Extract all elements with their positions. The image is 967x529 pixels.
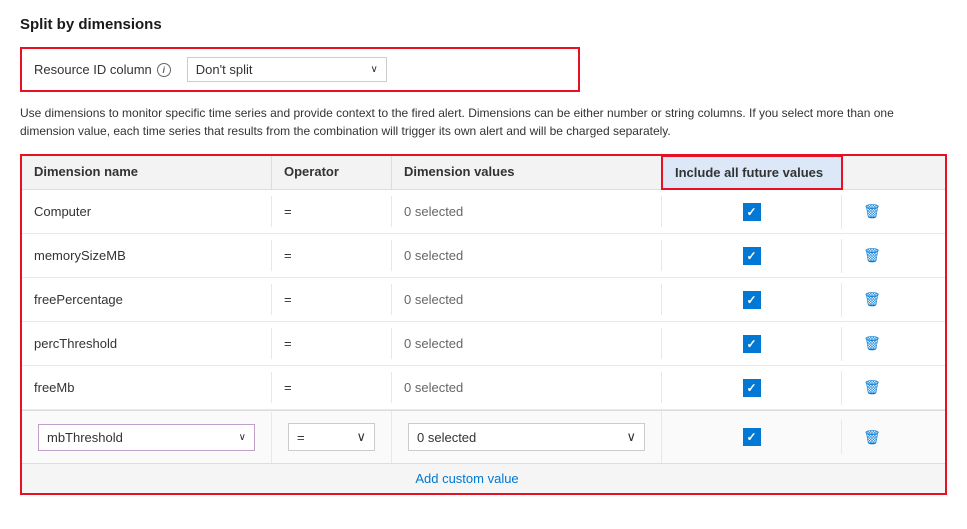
cell-checkbox-0[interactable] bbox=[662, 195, 842, 229]
table-row: memorySizeMB = 0 selected 🗑 bbox=[22, 234, 945, 278]
cell-operator-0: = bbox=[272, 196, 392, 227]
dimensions-table: Dimension name Operator Dimension values… bbox=[20, 154, 947, 495]
resource-id-label-text: Resource ID column bbox=[34, 62, 152, 77]
cell-operator-3: = bbox=[272, 328, 392, 359]
add-custom-row: Add custom value bbox=[22, 463, 945, 493]
checkbox-1[interactable] bbox=[743, 247, 761, 265]
cell-checkbox-4[interactable] bbox=[662, 371, 842, 405]
add-custom-link[interactable]: Add custom value bbox=[415, 471, 518, 486]
header-dimension-values: Dimension values bbox=[392, 156, 662, 189]
edit-row: mbThreshold ∨ = ∨ 0 selected ∨ � bbox=[22, 410, 945, 463]
edit-operator-value: = bbox=[297, 430, 305, 445]
resource-id-value: Don't split bbox=[196, 62, 253, 77]
cell-delete-3[interactable]: 🗑 bbox=[842, 327, 902, 360]
cell-delete-2[interactable]: 🗑 bbox=[842, 283, 902, 316]
cell-name-1: memorySizeMB bbox=[22, 240, 272, 271]
cell-checkbox-3[interactable] bbox=[662, 327, 842, 361]
delete-icon-1[interactable]: 🗑 bbox=[863, 247, 881, 264]
add-custom-cell[interactable]: Add custom value bbox=[272, 464, 662, 493]
checkbox-0[interactable] bbox=[743, 203, 761, 221]
cell-values-3[interactable]: 0 selected bbox=[392, 328, 662, 359]
delete-icon-2[interactable]: 🗑 bbox=[863, 291, 881, 308]
edit-name-value: mbThreshold bbox=[47, 430, 123, 445]
resource-id-chevron-icon: ∨ bbox=[370, 64, 377, 75]
cell-values-0[interactable]: 0 selected bbox=[392, 196, 662, 227]
edit-operator-dropdown[interactable]: = ∨ bbox=[288, 423, 375, 451]
edit-cell-delete[interactable]: 🗑 bbox=[842, 421, 902, 454]
resource-id-label: Resource ID column i bbox=[34, 62, 171, 77]
cell-values-1[interactable]: 0 selected bbox=[392, 240, 662, 271]
checkbox-4[interactable] bbox=[743, 379, 761, 397]
cell-operator-1: = bbox=[272, 240, 392, 271]
cell-delete-1[interactable]: 🗑 bbox=[842, 239, 902, 272]
header-actions bbox=[842, 156, 902, 189]
cell-operator-4: = bbox=[272, 372, 392, 403]
delete-icon-3[interactable]: 🗑 bbox=[863, 335, 881, 352]
cell-name-2: freePercentage bbox=[22, 284, 272, 315]
resource-id-section: Resource ID column i Don't split ∨ bbox=[20, 47, 580, 92]
cell-operator-2: = bbox=[272, 284, 392, 315]
cell-name-4: freeMb bbox=[22, 372, 272, 403]
edit-cell-values[interactable]: 0 selected ∨ bbox=[392, 411, 662, 463]
edit-values-value: 0 selected bbox=[417, 430, 476, 445]
edit-cell-operator[interactable]: = ∨ bbox=[272, 411, 392, 463]
edit-delete-icon[interactable]: 🗑 bbox=[863, 429, 881, 446]
edit-cell-checkbox[interactable] bbox=[662, 420, 842, 454]
cell-checkbox-2[interactable] bbox=[662, 283, 842, 317]
edit-checkbox[interactable] bbox=[743, 428, 761, 446]
edit-operator-chevron-icon: ∨ bbox=[356, 429, 366, 445]
resource-id-dropdown[interactable]: Don't split ∨ bbox=[187, 57, 387, 82]
checkbox-2[interactable] bbox=[743, 291, 761, 309]
cell-name-0: Computer bbox=[22, 196, 272, 227]
cell-delete-4[interactable]: 🗑 bbox=[842, 371, 902, 404]
edit-name-chevron-icon: ∨ bbox=[239, 432, 246, 443]
header-operator: Operator bbox=[272, 156, 392, 189]
cell-name-3: percThreshold bbox=[22, 328, 272, 359]
header-include-future: Include all future values bbox=[661, 155, 843, 190]
table-row: percThreshold = 0 selected 🗑 bbox=[22, 322, 945, 366]
edit-values-chevron-icon: ∨ bbox=[626, 429, 636, 445]
cell-values-2[interactable]: 0 selected bbox=[392, 284, 662, 315]
table-row: freePercentage = 0 selected 🗑 bbox=[22, 278, 945, 322]
delete-icon-4[interactable]: 🗑 bbox=[863, 379, 881, 396]
page-title: Split by dimensions bbox=[20, 16, 947, 33]
edit-cell-name[interactable]: mbThreshold ∨ bbox=[22, 412, 272, 463]
header-dimension-name: Dimension name bbox=[22, 156, 272, 189]
table-header: Dimension name Operator Dimension values… bbox=[22, 156, 945, 190]
table-row: freeMb = 0 selected 🗑 bbox=[22, 366, 945, 410]
resource-id-info-icon[interactable]: i bbox=[157, 63, 171, 77]
cell-checkbox-1[interactable] bbox=[662, 239, 842, 273]
table-row: Computer = 0 selected 🗑 bbox=[22, 190, 945, 234]
edit-values-dropdown[interactable]: 0 selected ∨ bbox=[408, 423, 645, 451]
table-body: Computer = 0 selected 🗑 memorySizeMB = 0… bbox=[22, 190, 945, 493]
description-text: Use dimensions to monitor specific time … bbox=[20, 104, 920, 140]
cell-values-4[interactable]: 0 selected bbox=[392, 372, 662, 403]
delete-icon-0[interactable]: 🗑 bbox=[863, 203, 881, 220]
checkbox-3[interactable] bbox=[743, 335, 761, 353]
cell-delete-0[interactable]: 🗑 bbox=[842, 195, 902, 228]
edit-name-dropdown[interactable]: mbThreshold ∨ bbox=[38, 424, 255, 451]
